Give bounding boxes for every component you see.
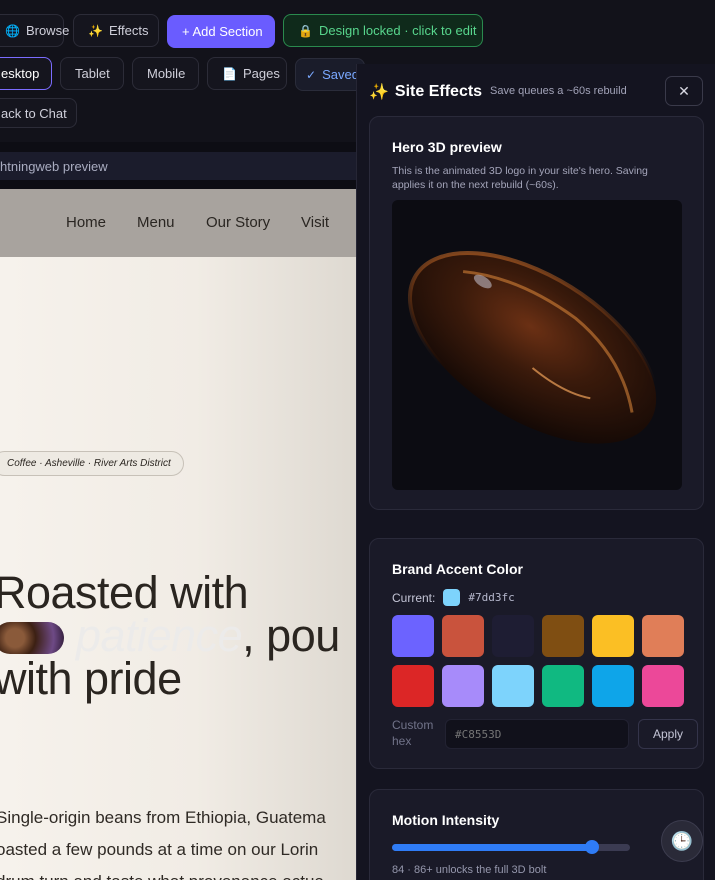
- site-nav: Home Menu Our Story Visit: [0, 189, 356, 257]
- back-to-chat-label: ack to Chat: [1, 105, 67, 121]
- brand-accent-title: Brand Accent Color: [392, 561, 523, 577]
- site-effects-panel: ✨ Site Effects Save queues a ~60s rebuil…: [356, 64, 715, 880]
- design-locked-button[interactable]: 🔒 Design locked · click to edit: [283, 14, 483, 47]
- body-line: Single-origin beans from Ethiopia, Guate…: [0, 808, 326, 827]
- motion-intensity-title: Motion Intensity: [392, 812, 500, 828]
- page-icon: 📄: [222, 66, 237, 81]
- color-swatch[interactable]: [592, 665, 634, 707]
- motion-intensity-card: Motion Intensity 84 · 86+ unlocks the fu…: [369, 789, 704, 880]
- slider-thumb[interactable]: [584, 840, 599, 854]
- clock-icon[interactable]: 🕒: [661, 820, 703, 862]
- headline-line-3: with pride: [0, 653, 182, 704]
- check-icon: ✓: [306, 67, 317, 82]
- view-tablet-label: Tablet: [75, 66, 110, 81]
- view-tablet-button[interactable]: Tablet: [60, 57, 124, 90]
- back-to-chat-button[interactable]: ack to Chat: [0, 98, 77, 128]
- color-swatch[interactable]: [392, 665, 434, 707]
- view-desktop-button[interactable]: esktop: [0, 57, 52, 90]
- hero-3d-description: This is the animated 3D logo in your sit…: [392, 165, 648, 191]
- nav-home-link[interactable]: Home: [66, 214, 106, 231]
- nav-menu-link[interactable]: Menu: [137, 214, 175, 231]
- coffee-thumbnail: [0, 622, 64, 654]
- 3d-logo-render: [407, 251, 659, 446]
- hero-3d-title: Hero 3D preview: [392, 139, 502, 155]
- pages-button[interactable]: 📄 Pages: [207, 57, 287, 90]
- saved-label: Saved: [322, 67, 359, 82]
- preview-title: htningweb preview: [0, 158, 108, 174]
- color-swatch[interactable]: [642, 615, 684, 657]
- panel-title: ✨ Site Effects: [369, 82, 482, 102]
- view-mobile-button[interactable]: Mobile: [132, 57, 199, 90]
- sparkles-icon: ✨: [369, 84, 389, 101]
- panel-subtitle: Save queues a ~60s rebuild: [490, 85, 627, 97]
- hero-3d-card: Hero 3D preview This is the animated 3D …: [369, 116, 704, 510]
- color-swatch[interactable]: [642, 665, 684, 707]
- lock-icon: 🔒: [298, 23, 313, 38]
- custom-hex-label: Custom hex: [392, 718, 434, 748]
- panel-title-text: Site Effects: [394, 83, 483, 100]
- headline-line-2: patience, pou: [0, 613, 340, 658]
- slider-fill: [392, 844, 592, 851]
- browse-button[interactable]: 🌐 Browse: [0, 14, 69, 47]
- close-icon: ✕: [678, 82, 690, 99]
- brand-accent-card: Brand Accent Color Current: #7dd3fc Cust…: [369, 538, 704, 769]
- color-swatch-grid: [392, 615, 684, 707]
- color-swatch[interactable]: [542, 665, 584, 707]
- hero-headline: Roasted with patience, pou with pride: [0, 567, 340, 704]
- body-line: oasted a few pounds at a time on our Lor…: [0, 840, 319, 859]
- current-color: Current: #7dd3fc: [392, 589, 515, 606]
- nav-our-story-link[interactable]: Our Story: [206, 214, 270, 231]
- preview-bar: htningweb preview: [0, 152, 360, 180]
- hero-3d-viewer[interactable]: [392, 200, 682, 490]
- tagline-pill: Coffee · Asheville · River Arts District: [0, 451, 184, 476]
- motion-intensity-note: 84 · 86+ unlocks the full 3D bolt: [392, 864, 547, 876]
- saved-status: ✓ Saved: [295, 58, 365, 91]
- current-color-hex: #7dd3fc: [468, 591, 515, 604]
- design-locked-label: Design locked · click to edit: [318, 23, 477, 38]
- color-swatch[interactable]: [392, 615, 434, 657]
- view-desktop-label: esktop: [1, 66, 40, 81]
- color-swatch[interactable]: [492, 615, 534, 657]
- pages-label: Pages: [242, 66, 280, 81]
- sparkles-icon: ✨: [88, 23, 103, 38]
- current-color-chip: [443, 589, 461, 606]
- color-swatch[interactable]: [542, 615, 584, 657]
- close-button[interactable]: ✕: [665, 76, 703, 106]
- site-preview: Home Menu Our Story Visit Coffee · Ashev…: [0, 189, 356, 880]
- color-swatch[interactable]: [492, 665, 534, 707]
- add-section-button[interactable]: + Add Section: [167, 15, 275, 48]
- nav-visit-link[interactable]: Visit: [301, 214, 329, 231]
- add-section-label: + Add Section: [182, 24, 263, 39]
- view-mobile-label: Mobile: [147, 66, 186, 81]
- color-swatch[interactable]: [592, 615, 634, 657]
- current-color-label: Current:: [392, 590, 436, 605]
- browse-label: Browse: [25, 23, 70, 38]
- effects-button[interactable]: ✨ Effects: [73, 14, 159, 47]
- motion-intensity-slider[interactable]: [392, 840, 630, 854]
- color-swatch[interactable]: [442, 665, 484, 707]
- effects-label: Effects: [108, 23, 149, 38]
- tagline-text: Coffee · Asheville · River Arts District: [7, 458, 171, 469]
- apply-button[interactable]: Apply: [638, 719, 698, 749]
- headline-line-1: Roasted with: [0, 567, 249, 618]
- color-swatch[interactable]: [442, 615, 484, 657]
- body-line: drum turn and taste what provenance actu…: [0, 866, 356, 880]
- globe-icon: 🌐: [5, 23, 20, 38]
- custom-hex-input[interactable]: [445, 719, 629, 749]
- hero-body-copy: Single-origin beans from Ethiopia, Guate…: [0, 802, 356, 880]
- headline-line-2-tail: , pou: [242, 610, 340, 661]
